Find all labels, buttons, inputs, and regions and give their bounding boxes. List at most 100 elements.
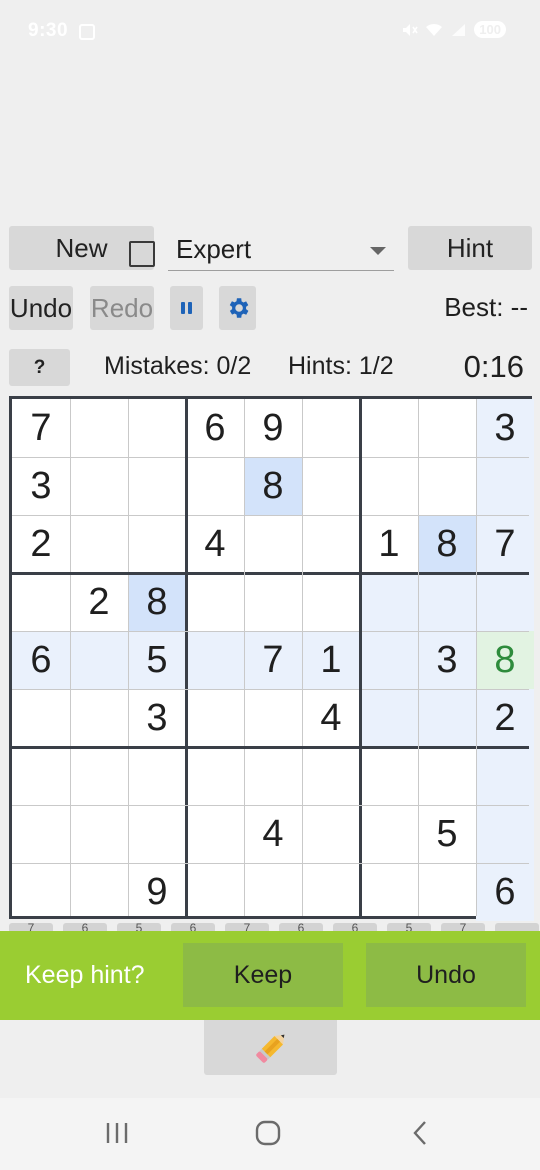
board-cell[interactable] — [186, 573, 244, 631]
board-cell[interactable]: 4 — [186, 515, 244, 573]
board-cell[interactable]: 8 — [244, 457, 302, 515]
board-cell[interactable]: 2 — [476, 689, 534, 747]
board-cell[interactable] — [302, 805, 360, 863]
board-cell[interactable]: 9 — [244, 399, 302, 457]
board-cell[interactable] — [418, 573, 476, 631]
board-cell[interactable]: 7 — [476, 515, 534, 573]
board-cell[interactable] — [302, 747, 360, 805]
board-cell[interactable] — [70, 747, 128, 805]
board-cell[interactable] — [302, 515, 360, 573]
board-cell[interactable]: 3 — [128, 689, 186, 747]
board-cell[interactable] — [12, 573, 70, 631]
board-cell[interactable] — [418, 689, 476, 747]
cell-divider — [12, 863, 529, 864]
board-cell[interactable] — [12, 805, 70, 863]
cell-divider — [244, 399, 245, 916]
board-cell[interactable] — [302, 399, 360, 457]
undo-button[interactable]: Undo — [9, 286, 73, 330]
board-cell[interactable] — [186, 689, 244, 747]
board-cell[interactable]: 3 — [12, 457, 70, 515]
board-cell[interactable] — [476, 573, 534, 631]
board-cell[interactable]: 6 — [12, 631, 70, 689]
board-cell[interactable] — [360, 457, 418, 515]
difficulty-select[interactable]: Expert — [168, 227, 394, 271]
board-cell[interactable] — [186, 863, 244, 921]
undo-hint-button[interactable]: Undo — [366, 943, 526, 1007]
board-cell[interactable] — [128, 399, 186, 457]
home-icon[interactable] — [255, 1120, 281, 1146]
board-cell[interactable]: 2 — [12, 515, 70, 573]
board-cell[interactable]: 9 — [128, 863, 186, 921]
board-cell[interactable] — [418, 457, 476, 515]
board-cell[interactable] — [360, 805, 418, 863]
board-cell[interactable] — [476, 805, 534, 863]
board-cell[interactable] — [70, 863, 128, 921]
board-cell[interactable]: 8 — [476, 631, 534, 689]
board-cell[interactable]: 5 — [128, 631, 186, 689]
board-cell[interactable]: 1 — [360, 515, 418, 573]
board-cell[interactable] — [476, 457, 534, 515]
board-cell[interactable] — [360, 631, 418, 689]
option-checkbox[interactable] — [129, 241, 155, 267]
recent-apps-icon[interactable] — [104, 1120, 130, 1146]
board-cell[interactable]: 1 — [302, 631, 360, 689]
board-cell[interactable] — [70, 399, 128, 457]
board-cell[interactable]: 8 — [128, 573, 186, 631]
board-cell[interactable] — [70, 689, 128, 747]
board-cell[interactable] — [128, 457, 186, 515]
board-cell[interactable] — [186, 631, 244, 689]
pause-icon — [181, 302, 192, 314]
pause-button[interactable] — [170, 286, 203, 330]
board-cell[interactable] — [186, 805, 244, 863]
board-cell[interactable] — [186, 457, 244, 515]
board-cell[interactable] — [360, 573, 418, 631]
board-cell[interactable] — [70, 457, 128, 515]
board-cell[interactable]: 7 — [244, 631, 302, 689]
board-cell[interactable]: 4 — [302, 689, 360, 747]
hint-button[interactable]: Hint — [408, 226, 532, 270]
board-cell[interactable] — [244, 747, 302, 805]
settings-button[interactable] — [219, 286, 256, 330]
board-cell[interactable]: 5 — [418, 805, 476, 863]
board-cell[interactable] — [128, 747, 186, 805]
board-cell[interactable] — [244, 573, 302, 631]
board-cell[interactable] — [302, 863, 360, 921]
board-cell[interactable] — [12, 747, 70, 805]
board-cell[interactable]: 2 — [70, 573, 128, 631]
board-cell[interactable] — [70, 805, 128, 863]
redo-button[interactable]: Redo — [90, 286, 154, 330]
help-button[interactable]: ? — [9, 349, 70, 386]
board-cell[interactable] — [418, 863, 476, 921]
board-cell[interactable] — [244, 515, 302, 573]
board-cell[interactable] — [128, 805, 186, 863]
difficulty-value: Expert — [176, 234, 252, 264]
notes-toggle-button[interactable] — [204, 1020, 337, 1075]
board-cell[interactable] — [12, 863, 70, 921]
board-cell[interactable]: 3 — [418, 631, 476, 689]
board-cell[interactable]: 6 — [186, 399, 244, 457]
board-cell[interactable] — [360, 689, 418, 747]
board-cell[interactable]: 8 — [418, 515, 476, 573]
board-cell[interactable] — [244, 689, 302, 747]
board-cell[interactable] — [360, 747, 418, 805]
back-icon[interactable] — [408, 1120, 434, 1146]
board-cell[interactable] — [70, 631, 128, 689]
board-cell[interactable] — [418, 747, 476, 805]
cell-divider — [12, 631, 529, 632]
board-cell[interactable] — [302, 573, 360, 631]
board-cell[interactable] — [186, 747, 244, 805]
board-cell[interactable] — [12, 689, 70, 747]
board-cell[interactable] — [244, 863, 302, 921]
board-cell[interactable] — [476, 747, 534, 805]
board-cell[interactable]: 3 — [476, 399, 534, 457]
board-cell[interactable] — [418, 399, 476, 457]
keep-hint-button[interactable]: Keep — [183, 943, 343, 1007]
board-cell[interactable] — [360, 863, 418, 921]
board-cell[interactable] — [128, 515, 186, 573]
board-cell[interactable] — [70, 515, 128, 573]
board-cell[interactable]: 6 — [476, 863, 534, 921]
board-cell[interactable] — [302, 457, 360, 515]
board-cell[interactable] — [360, 399, 418, 457]
board-cell[interactable]: 4 — [244, 805, 302, 863]
board-cell[interactable]: 7 — [12, 399, 70, 457]
